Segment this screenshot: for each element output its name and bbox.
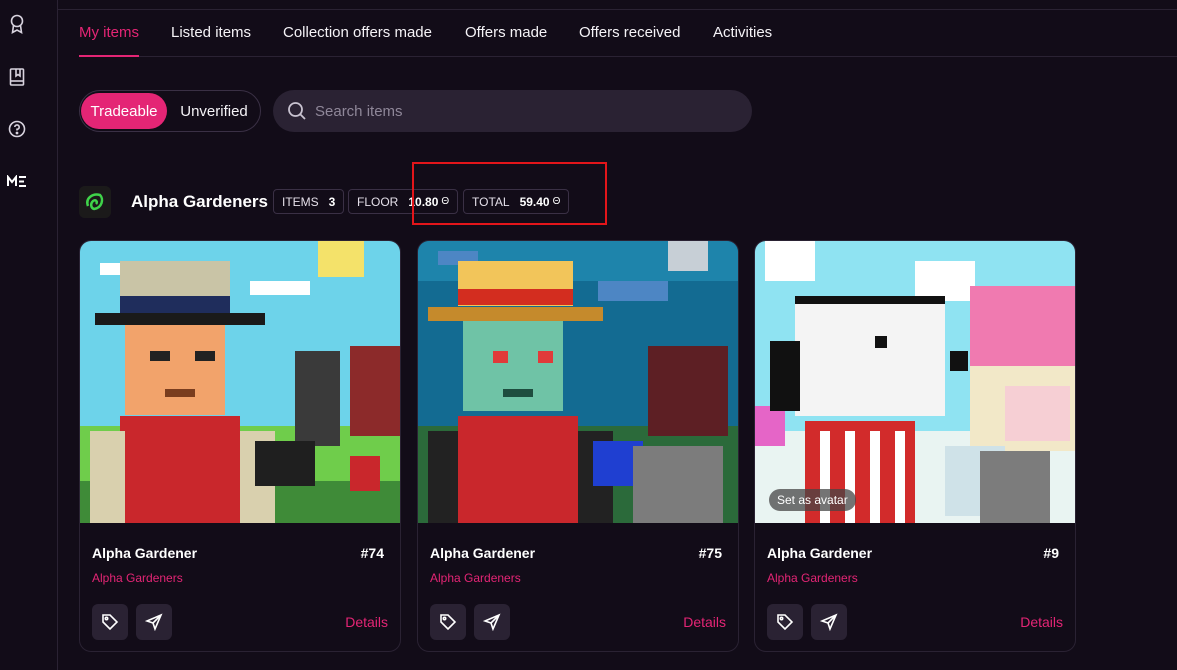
tag-icon: [102, 614, 119, 631]
tab-collection-offers-made[interactable]: Collection offers made: [283, 24, 432, 41]
magic-eden-logo-icon[interactable]: [6, 170, 28, 192]
search-input[interactable]: [315, 90, 735, 132]
nft-card[interactable]: Set as avatar Alpha Gardener #9 Alpha Ga…: [754, 240, 1076, 652]
active-tab-indicator: [79, 55, 139, 57]
nft-image[interactable]: [755, 241, 1075, 523]
item-name[interactable]: Alpha Gardener: [767, 545, 872, 561]
total-label: TOTAL: [472, 194, 510, 209]
item-name[interactable]: Alpha Gardener: [92, 545, 197, 561]
book-icon[interactable]: [6, 66, 28, 88]
award-icon[interactable]: [6, 13, 28, 35]
item-number: #74: [360, 545, 384, 561]
nft-image[interactable]: [418, 241, 738, 523]
list-tag-button[interactable]: [767, 604, 803, 640]
floor-value: 10.80: [408, 194, 439, 209]
floor-label: FLOOR: [357, 194, 399, 209]
item-number: #75: [698, 545, 722, 561]
unverified-button[interactable]: Unverified: [170, 93, 258, 129]
send-icon: [820, 613, 838, 631]
search-bar: [273, 90, 752, 132]
help-circle-icon[interactable]: [6, 118, 28, 140]
transfer-button[interactable]: [136, 604, 172, 640]
tab-offers-received[interactable]: Offers received: [579, 24, 680, 41]
search-icon: [288, 102, 306, 120]
item-collection-link[interactable]: Alpha Gardeners: [767, 571, 858, 585]
send-icon: [145, 613, 163, 631]
list-tag-button[interactable]: [92, 604, 128, 640]
total-stat: TOTAL 59.40 Θ: [463, 189, 570, 214]
eth-coin-icon: Θ: [441, 196, 450, 207]
list-tag-button[interactable]: [430, 604, 466, 640]
details-link[interactable]: Details: [1020, 614, 1063, 630]
items-stat: ITEMS 3: [273, 189, 345, 214]
details-link[interactable]: Details: [345, 614, 388, 630]
sidebar: [0, 0, 58, 670]
tab-bar: My items Listed items Collection offers …: [79, 0, 1177, 57]
eth-coin-icon: Θ: [552, 196, 561, 207]
tab-listed-items[interactable]: Listed items: [171, 24, 251, 41]
tab-my-items[interactable]: My items: [79, 24, 139, 41]
item-name[interactable]: Alpha Gardener: [430, 545, 535, 561]
set-as-avatar-button[interactable]: Set as avatar: [769, 489, 856, 511]
floor-stat: FLOOR 10.80 Θ: [348, 189, 459, 214]
item-collection-link[interactable]: Alpha Gardeners: [92, 571, 183, 585]
tab-offers-made[interactable]: Offers made: [465, 24, 547, 41]
transfer-button[interactable]: [474, 604, 510, 640]
nft-image[interactable]: [80, 241, 400, 523]
tradeable-filter-toggle: Tradeable Unverified: [79, 90, 261, 132]
transfer-button[interactable]: [811, 604, 847, 640]
collection-name[interactable]: Alpha Gardeners: [131, 192, 268, 212]
tag-icon: [777, 614, 794, 631]
items-value: 3: [328, 194, 336, 209]
send-icon: [483, 613, 501, 631]
item-number: #9: [1043, 545, 1059, 561]
item-collection-link[interactable]: Alpha Gardeners: [430, 571, 521, 585]
tab-activities[interactable]: Activities: [713, 24, 772, 41]
tag-icon: [440, 614, 457, 631]
nft-card[interactable]: Alpha Gardener #74 Alpha Gardeners Detai…: [79, 240, 401, 652]
nft-card[interactable]: Alpha Gardener #75 Alpha Gardeners Detai…: [417, 240, 739, 652]
collection-logo[interactable]: [79, 186, 111, 218]
details-link[interactable]: Details: [683, 614, 726, 630]
total-value: 59.40: [519, 194, 550, 209]
items-label: ITEMS: [282, 194, 319, 209]
tradeable-button[interactable]: Tradeable: [81, 93, 167, 129]
